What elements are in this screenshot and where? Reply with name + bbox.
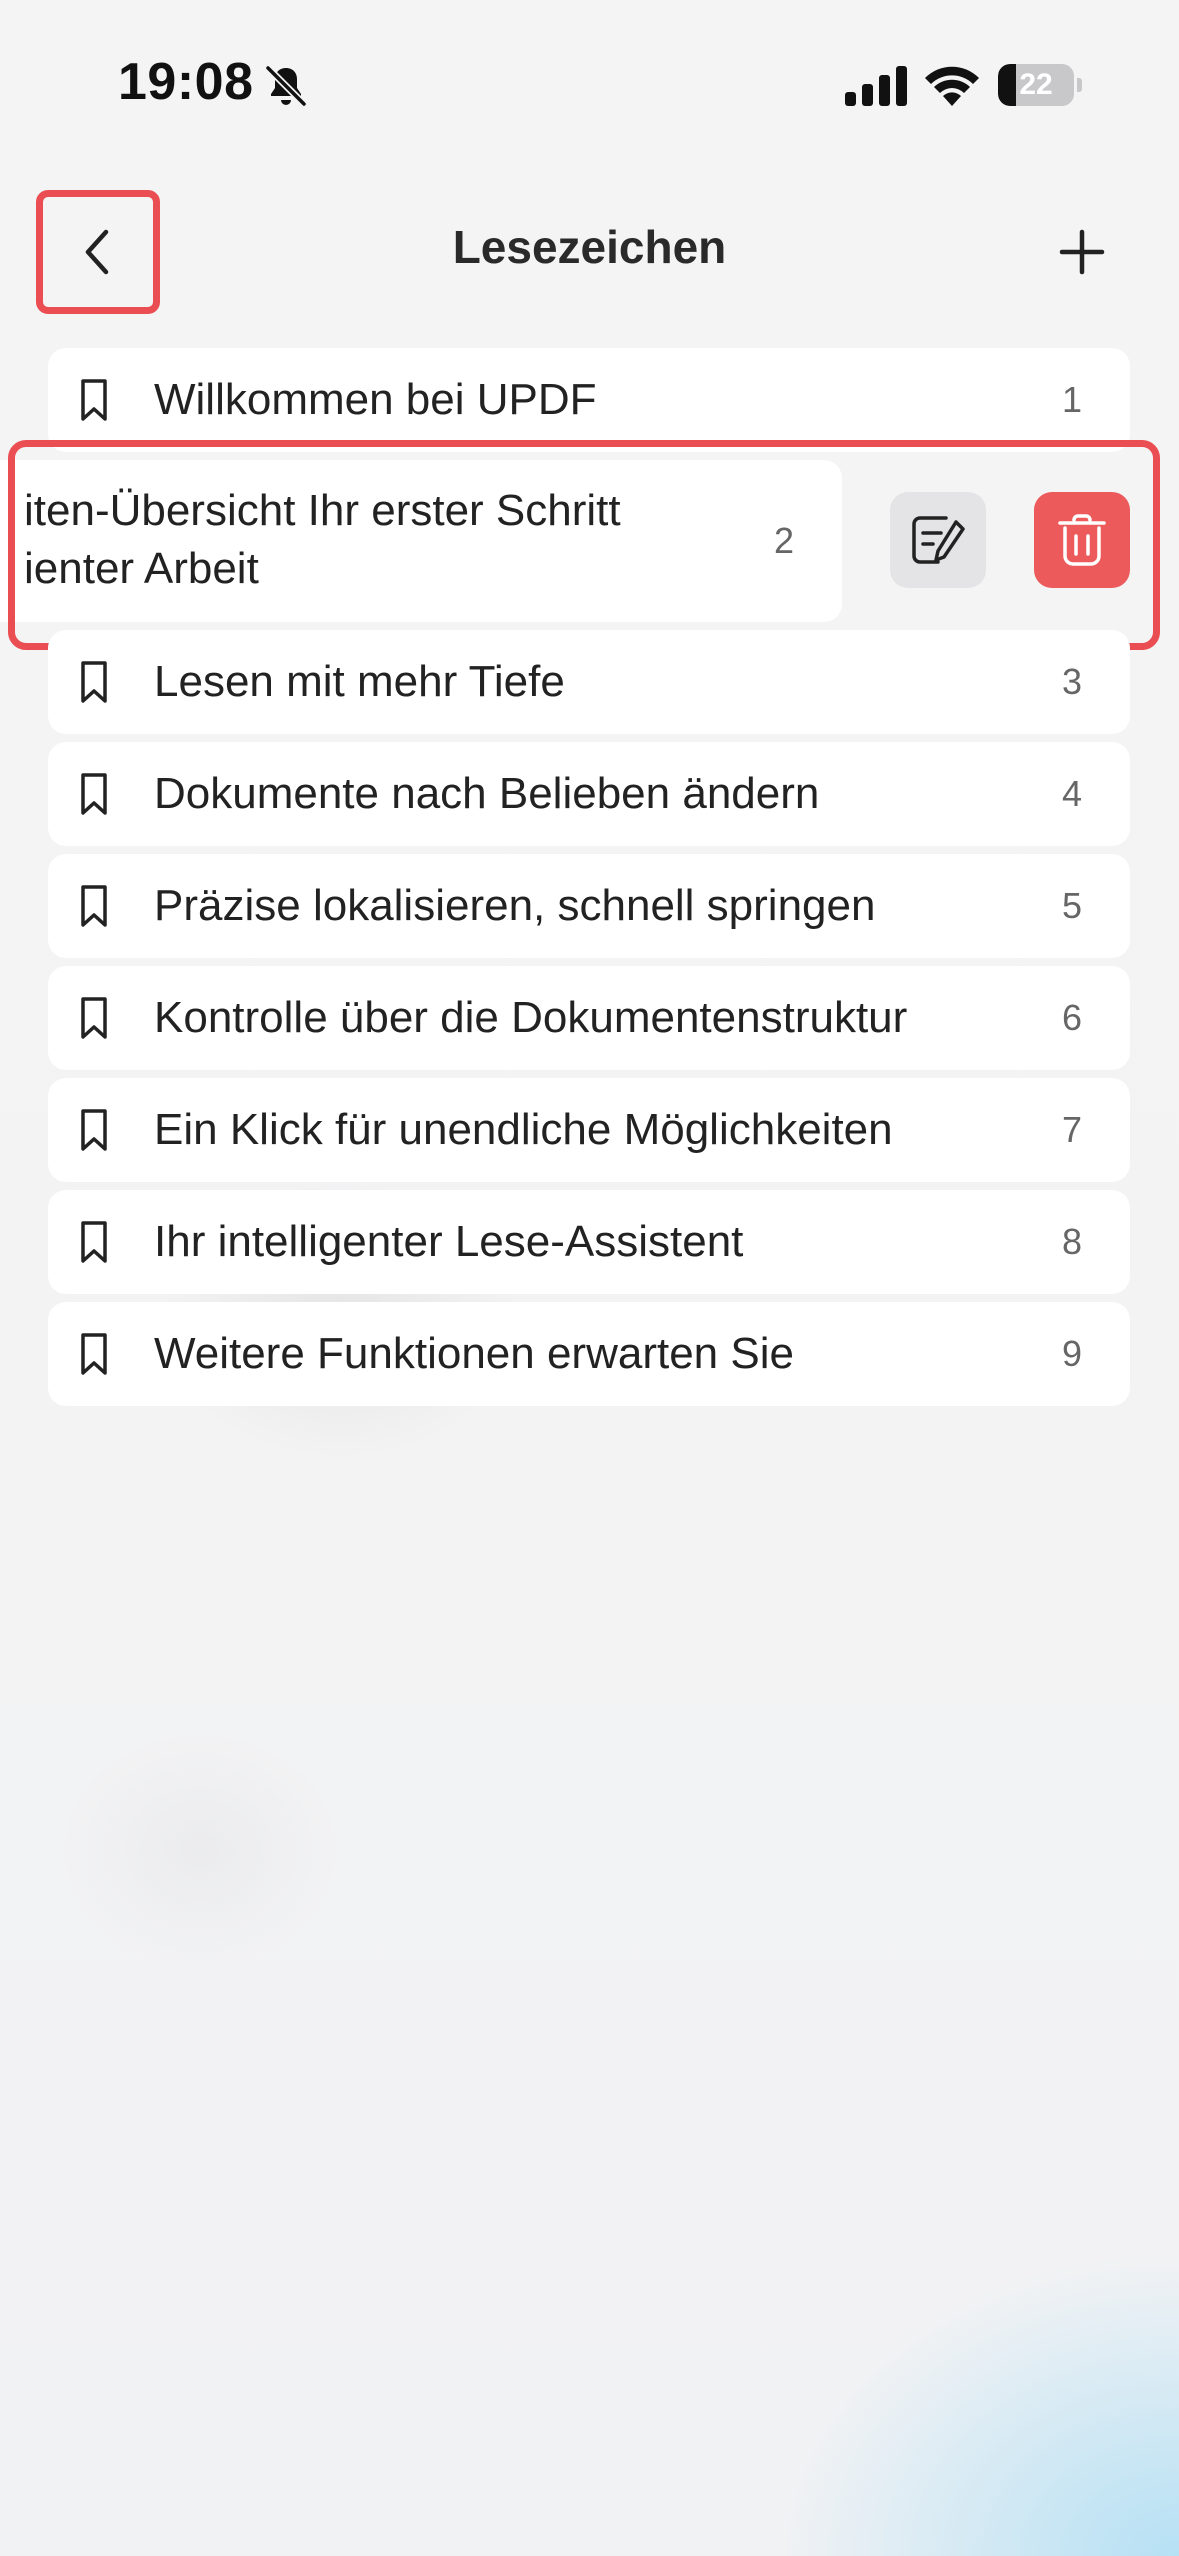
bookmark-page-number: 7 (1061, 1109, 1082, 1150)
bookmark-label: Präzise lokalisieren, schnell springen (154, 881, 876, 930)
bookmark-row[interactable]: Ein Klick für unendliche Möglichkeiten 7 (48, 1078, 1130, 1182)
bookmark-icon (81, 661, 107, 703)
bell-slash-icon (265, 65, 307, 107)
bookmark-page-number: 9 (1061, 1333, 1082, 1374)
status-time: 19:08 (118, 53, 254, 111)
cellular-signal-icon (845, 66, 907, 106)
bookmark-label: Kontrolle über die Dokumentenstruktur (154, 993, 908, 1042)
bookmark-page-number: 4 (1061, 773, 1082, 814)
swipe-highlight-frame (8, 440, 1160, 650)
bookmark-icon (81, 1333, 107, 1375)
page-title: Lesezeichen (452, 221, 727, 273)
plus-icon (1059, 229, 1105, 275)
bookmark-icon (81, 1109, 107, 1151)
bookmark-label: Ihr intelligenter Lese-Assistent (154, 1217, 744, 1266)
bookmark-label: Weitere Funktionen erwarten Sie (154, 1329, 794, 1378)
bookmark-icon (81, 773, 107, 815)
add-bookmark-button[interactable] (1052, 222, 1112, 282)
bookmark-icon (81, 379, 107, 421)
bookmark-label: Willkommen bei UPDF (154, 375, 597, 424)
battery-level: 22 (1019, 68, 1053, 101)
bookmark-row[interactable]: Lesen mit mehr Tiefe 3 (48, 630, 1130, 734)
bookmark-page-number: 6 (1061, 997, 1082, 1038)
battery-icon: 22 (998, 64, 1082, 106)
bookmark-row[interactable]: Präzise lokalisieren, schnell springen 5 (48, 854, 1130, 958)
bookmark-page-number: 3 (1061, 661, 1082, 702)
bookmark-label: Ein Klick für unendliche Möglichkeiten (154, 1105, 893, 1154)
bookmark-row[interactable]: Ihr intelligenter Lese-Assistent 8 (48, 1190, 1130, 1294)
bookmark-page-number: 5 (1061, 885, 1082, 926)
bookmark-icon (81, 885, 107, 927)
navigation-header: Lesezeichen (0, 180, 1179, 320)
wifi-icon (925, 66, 979, 106)
bookmark-row[interactable]: Dokumente nach Belieben ändern 4 (48, 742, 1130, 846)
status-bar: 19:08 22 (0, 0, 1179, 170)
bookmark-icon (81, 997, 107, 1039)
bookmark-label: Lesen mit mehr Tiefe (154, 657, 565, 706)
bookmark-page-number: 8 (1061, 1221, 1082, 1262)
bookmark-row[interactable]: Kontrolle über die Dokumentenstruktur 6 (48, 966, 1130, 1070)
bookmark-label: Dokumente nach Belieben ändern (154, 769, 820, 818)
bookmark-icon (81, 1221, 107, 1263)
bookmark-row[interactable]: Willkommen bei UPDF 1 (48, 348, 1130, 452)
bookmark-row[interactable]: Weitere Funktionen erwarten Sie 9 (48, 1302, 1130, 1406)
bookmark-page-number: 1 (1061, 379, 1082, 420)
